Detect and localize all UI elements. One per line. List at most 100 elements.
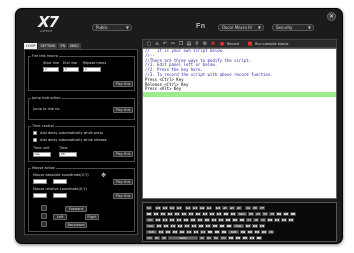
key-e[interactable]: E (169, 218, 175, 222)
key-[interactable]: + (288, 218, 294, 222)
record-icon[interactable]: ● (219, 41, 225, 47)
key-[interactable]: [ (225, 218, 231, 222)
key-prtsc[interactable]: PrtSc (245, 206, 251, 210)
key-f11[interactable]: F11 (229, 206, 235, 210)
key-menu[interactable]: Menu (213, 236, 219, 240)
delete-icon[interactable]: ✖ (210, 41, 216, 47)
key-6[interactable]: 6 (259, 224, 265, 228)
key-f7[interactable]: F7 (199, 206, 205, 210)
key-[interactable]: / (276, 212, 282, 216)
key-4[interactable]: 4 (245, 224, 251, 228)
backward-button[interactable]: Backward (65, 222, 87, 228)
mouse-right-button[interactable] (41, 221, 47, 227)
key-9[interactable]: 9 (281, 218, 287, 222)
key-f9[interactable]: F9 (215, 206, 221, 210)
function-select[interactable]: Oscar Macro III ▼ (218, 24, 264, 31)
key-j[interactable]: J (198, 224, 204, 228)
key-del[interactable]: Del (246, 218, 252, 222)
key-7[interactable]: 7 (267, 218, 273, 222)
rel-x-field[interactable] (33, 193, 47, 198)
open-icon[interactable]: ⌂ (154, 41, 160, 47)
key-z[interactable]: Z (158, 230, 164, 234)
key-shift[interactable]: Shift (146, 230, 157, 234)
mode-select[interactable]: Security ▼ (272, 24, 314, 31)
key-x[interactable]: X (165, 230, 171, 234)
key-3[interactable]: 3 (261, 230, 267, 234)
script-line-current[interactable] (143, 92, 336, 97)
key-scrlk[interactable]: ScrLk (252, 206, 258, 210)
key-g[interactable]: G (184, 224, 190, 228)
key-alt[interactable]: Alt (161, 236, 167, 240)
key-3[interactable]: 3 (167, 212, 173, 216)
left-button[interactable]: Left (53, 214, 67, 220)
key-num[interactable]: Num (269, 212, 275, 216)
key-esc[interactable]: Esc (146, 206, 152, 210)
key-f5[interactable]: F5 (185, 206, 191, 210)
key-home[interactable]: Home (255, 212, 261, 216)
key-1[interactable]: 1 (247, 230, 253, 234)
key-i[interactable]: I (204, 218, 210, 222)
play-delay-button[interactable]: Play this (113, 151, 133, 157)
new-icon[interactable]: ▢ (146, 41, 152, 47)
key-p[interactable]: P (218, 218, 224, 222)
settings-icon[interactable]: ⚙ (202, 41, 208, 47)
key-alt[interactable]: Alt (199, 236, 205, 240)
delay-release-checkbox[interactable] (33, 138, 37, 142)
key-ent[interactable]: Ent (268, 230, 274, 234)
key-[interactable]: ← (228, 236, 234, 240)
key-back[interactable]: Back (237, 212, 247, 216)
key-ctrl[interactable]: Ctrl (146, 236, 153, 240)
rel-y-field[interactable] (53, 193, 67, 198)
key-v[interactable]: V (179, 230, 185, 234)
key-2[interactable]: 2 (160, 212, 166, 216)
key-d[interactable]: D (170, 224, 176, 228)
abs-y-field[interactable] (53, 179, 67, 184)
copy-icon[interactable]: ❐ (178, 41, 184, 47)
key-enter[interactable]: Enter (233, 224, 244, 228)
key-[interactable]: → (242, 236, 248, 240)
undo-icon[interactable]: ↶ (162, 41, 168, 47)
key-f6[interactable]: F6 (192, 206, 198, 210)
key-f1[interactable]: F1 (155, 206, 161, 210)
key-t[interactable]: T (183, 218, 189, 222)
key-[interactable]: ' (226, 224, 232, 228)
key-1[interactable]: 1 (153, 212, 159, 216)
forward-button[interactable]: Forward (65, 206, 87, 212)
key-[interactable]: , (207, 230, 213, 234)
find-icon[interactable]: ⚲ (194, 41, 200, 47)
key-[interactable]: ↓ (235, 236, 241, 240)
crosshair-icon[interactable]: ✥ (101, 172, 106, 179)
key-q[interactable]: Q (155, 218, 161, 222)
repeat-times-field[interactable]: 1 (83, 67, 101, 72)
key-6[interactable]: 6 (188, 212, 194, 216)
script-editor[interactable]: // It is your own script below. //-- //T… (142, 48, 337, 199)
compile-label[interactable]: Run compile status (255, 42, 289, 46)
play-repeat-button[interactable]: Play this (113, 81, 133, 87)
key-5[interactable]: 5 (181, 212, 187, 216)
key-pause[interactable]: Pause (259, 206, 265, 210)
key-win[interactable]: Win (154, 236, 160, 240)
close-button[interactable]: ✕ (327, 12, 336, 21)
cut-icon[interactable]: ✂ (170, 41, 176, 47)
key-c[interactable]: C (172, 230, 178, 234)
key-f4[interactable]: F4 (176, 206, 182, 210)
mouse-left-button[interactable] (41, 205, 47, 211)
key-8[interactable]: 8 (202, 212, 208, 216)
key-[interactable]: . (256, 236, 262, 240)
play-rel-button[interactable]: Play this (113, 193, 133, 199)
delay-press-checkbox[interactable] (33, 131, 37, 135)
key-w[interactable]: W (162, 218, 168, 222)
key-u[interactable]: U (197, 218, 203, 222)
key-[interactable]: . (214, 230, 220, 234)
key-ins[interactable]: Ins (248, 212, 254, 216)
key-k[interactable]: K (205, 224, 211, 228)
play-abs-button[interactable]: Play this (113, 179, 133, 185)
compile-icon[interactable]: ■ (247, 41, 253, 47)
key-[interactable]: - (290, 212, 296, 216)
key-[interactable]: ; (219, 224, 225, 228)
key-f2[interactable]: F2 (162, 206, 168, 210)
key-[interactable]: ] (232, 218, 238, 222)
key-o[interactable]: O (211, 218, 217, 222)
key-9[interactable]: 9 (209, 212, 215, 216)
key-m[interactable]: M (200, 230, 206, 234)
